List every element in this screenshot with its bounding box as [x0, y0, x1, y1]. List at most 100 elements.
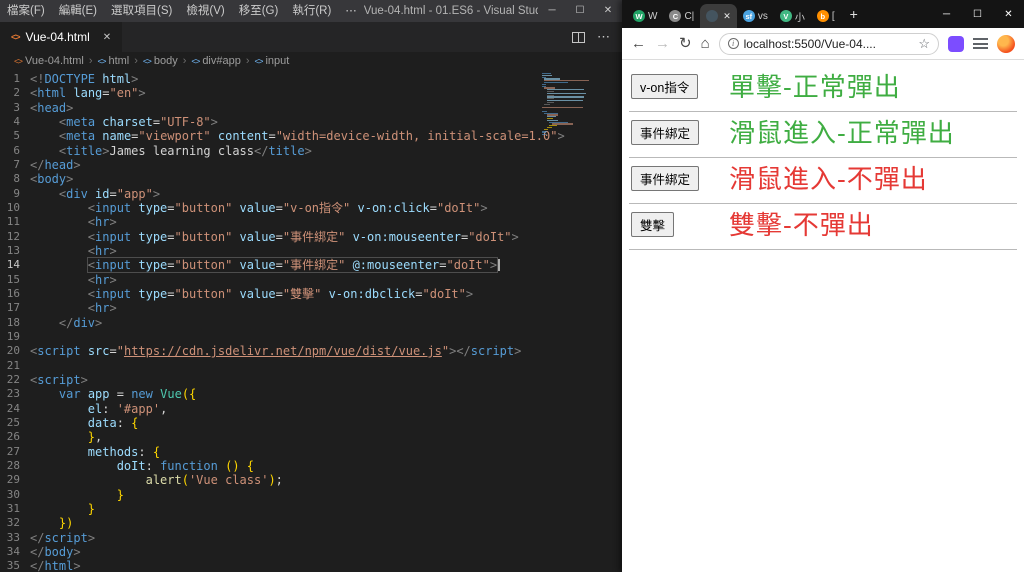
close-button[interactable]: ✕	[993, 0, 1024, 28]
breadcrumb-item-div-app[interactable]: <> div#app	[191, 55, 240, 67]
code-line[interactable]: 31 }	[0, 502, 622, 516]
line-number: 27	[6, 444, 20, 458]
code-line[interactable]: 33 </script>	[0, 531, 622, 545]
code-token: {	[131, 415, 139, 430]
browser-tab-6[interactable]: b [	[811, 4, 841, 28]
menu-selection[interactable]: 選取項目(S)	[104, 0, 179, 22]
code-line[interactable]: 16 <input type="button" value="雙擊" v-on:…	[0, 287, 622, 301]
extension-icon[interactable]	[948, 35, 964, 52]
code-line[interactable]: 21	[0, 359, 622, 373]
code-line[interactable]: 7 </head>	[0, 158, 622, 172]
code-line[interactable]: 15 <hr>	[0, 273, 622, 287]
breadcrumb-item-file[interactable]: <> Vue-04.html	[14, 55, 84, 67]
code-token: ,	[95, 430, 103, 445]
code-line[interactable]: 22 <script>	[0, 373, 622, 387]
minimap-line	[542, 107, 583, 109]
code-line[interactable]: 32 })	[0, 516, 622, 530]
menu-edit[interactable]: 編輯(E)	[52, 0, 104, 22]
browser-tab-2[interactable]: C C|	[663, 4, 700, 28]
code-line[interactable]: 13 <hr>	[0, 244, 622, 258]
close-button[interactable]: ✕	[594, 0, 622, 22]
bookmark-star-icon[interactable]: ☆	[918, 36, 930, 52]
code-line[interactable]: 14 <input type="button" value="事件綁定" @:m…	[0, 257, 622, 274]
code-line[interactable]: 27 methods: {	[0, 445, 622, 459]
code-line[interactable]: 17 <hr>	[0, 301, 622, 315]
code-editor[interactable]: 1 <!DOCTYPE html> 2 <html lang="en"> 3 <head>…	[0, 70, 622, 572]
back-icon[interactable]: ←	[631, 36, 646, 51]
mouseenter-broken-button[interactable]: 事件綁定	[631, 166, 700, 191]
forward-icon[interactable]: →	[655, 36, 670, 51]
menu-run[interactable]: 執行(R)	[285, 0, 338, 22]
site-info-icon[interactable]: i	[727, 38, 739, 49]
dblclick-button[interactable]: 雙擊	[631, 212, 675, 237]
annotation-mouseenter-broken: 滑鼠進入-不彈出	[729, 165, 928, 195]
editor-tab-vue-04[interactable]: <> Vue-04.html ✕	[0, 22, 123, 52]
code-line[interactable]: 19	[0, 330, 622, 344]
menu-go[interactable]: 移至(G)	[232, 0, 286, 22]
line-number: 4	[13, 114, 20, 128]
code-token: 'Vue class'	[188, 473, 269, 488]
browser-tab-5[interactable]: V 小	[774, 4, 811, 28]
code-line[interactable]: 2 <html lang="en">	[0, 86, 622, 100]
code-line[interactable]: 11 <hr>	[0, 215, 622, 229]
menu-view[interactable]: 檢視(V)	[179, 0, 231, 22]
maximize-button[interactable]: ☐	[566, 0, 594, 22]
page-row-2: 事件綁定 滑鼠進入-正常彈出	[622, 112, 1024, 157]
menu-file[interactable]: 檔案(F)	[0, 0, 52, 22]
code-token: el	[87, 401, 103, 416]
minimize-button[interactable]: ─	[931, 0, 962, 28]
mouseenter-button[interactable]: 事件綁定	[631, 120, 700, 145]
code-token: =	[415, 286, 423, 301]
code-line[interactable]: 23 var app = new Vue({	[0, 387, 622, 401]
code-line[interactable]: 20 <script src="https://cdn.jsdelivr.net/…	[0, 344, 622, 358]
code-line[interactable]: 25 data: {	[0, 416, 622, 430]
code-line[interactable]: 6 <title>James learning class</title>	[0, 144, 622, 158]
code-line[interactable]: 12 <input type="button" value="事件綁定" v-o…	[0, 230, 622, 244]
code-line[interactable]: 9 <div id="app">	[0, 187, 622, 201]
url-text[interactable]: localhost:5500/Vue-04....	[744, 37, 914, 51]
split-editor-icon[interactable]	[572, 31, 585, 43]
new-tab-button[interactable]: +	[841, 6, 867, 22]
breadcrumb-item-body[interactable]: <> body	[143, 55, 178, 67]
tab-close-icon[interactable]: ✕	[103, 32, 111, 43]
tab-close-icon[interactable]: ✕	[723, 11, 731, 22]
code-line[interactable]: 4 <meta charset="UTF-8">	[0, 115, 622, 129]
reading-list-icon[interactable]	[973, 38, 988, 49]
breadcrumb-item-input[interactable]: <> input	[255, 55, 290, 67]
menu-overflow[interactable]: ⋯	[338, 0, 364, 22]
reload-icon[interactable]: ↻	[679, 36, 692, 51]
minimize-button[interactable]: ─	[538, 0, 566, 22]
code-line[interactable]: 3 <head>	[0, 101, 622, 115]
browser-tab-1[interactable]: W W	[627, 4, 663, 28]
code-text: <hr>	[30, 273, 117, 287]
code-line[interactable]: 29 alert('Vue class');	[0, 473, 622, 487]
code-token: "v-on指令"	[282, 200, 351, 215]
breadcrumb-label: html	[108, 55, 130, 67]
code-line[interactable]: 30 }	[0, 488, 622, 502]
more-actions-icon[interactable]: ⋯	[597, 29, 610, 45]
code-line[interactable]: 34 </body>	[0, 545, 622, 559]
code-line[interactable]: 8 <body>	[0, 172, 622, 186]
code-line[interactable]: 5 <meta name="viewport" content="width=d…	[0, 129, 622, 143]
v-on-button[interactable]: v-on指令	[631, 74, 699, 99]
address-bar[interactable]: i localhost:5500/Vue-04.... ☆	[718, 32, 939, 55]
breadcrumb-item-html[interactable]: <> html	[98, 55, 130, 67]
minimap[interactable]	[542, 73, 594, 136]
code-line[interactable]: 35 </html>	[0, 559, 622, 572]
home-icon[interactable]: ⌂	[701, 36, 710, 51]
browser-tab-4[interactable]: sf vs	[737, 4, 774, 28]
code-text: })	[30, 516, 73, 530]
line-number: 12	[6, 229, 20, 243]
browser-tab-active[interactable]: ✕	[700, 4, 737, 28]
code-line[interactable]: 18 </div>	[0, 316, 622, 330]
code-line[interactable]: 28 doIt: function () {	[0, 459, 622, 473]
code-line[interactable]: 24 el: '#app',	[0, 402, 622, 416]
code-line[interactable]: 26 },	[0, 430, 622, 444]
code-line[interactable]: 10 <input type="button" value="v-on指令" v…	[0, 201, 622, 215]
code-line[interactable]: 1 <!DOCTYPE html>	[0, 72, 622, 86]
profile-avatar[interactable]	[997, 34, 1015, 53]
code-token: head	[44, 157, 74, 172]
maximize-button[interactable]: ☐	[962, 0, 993, 28]
